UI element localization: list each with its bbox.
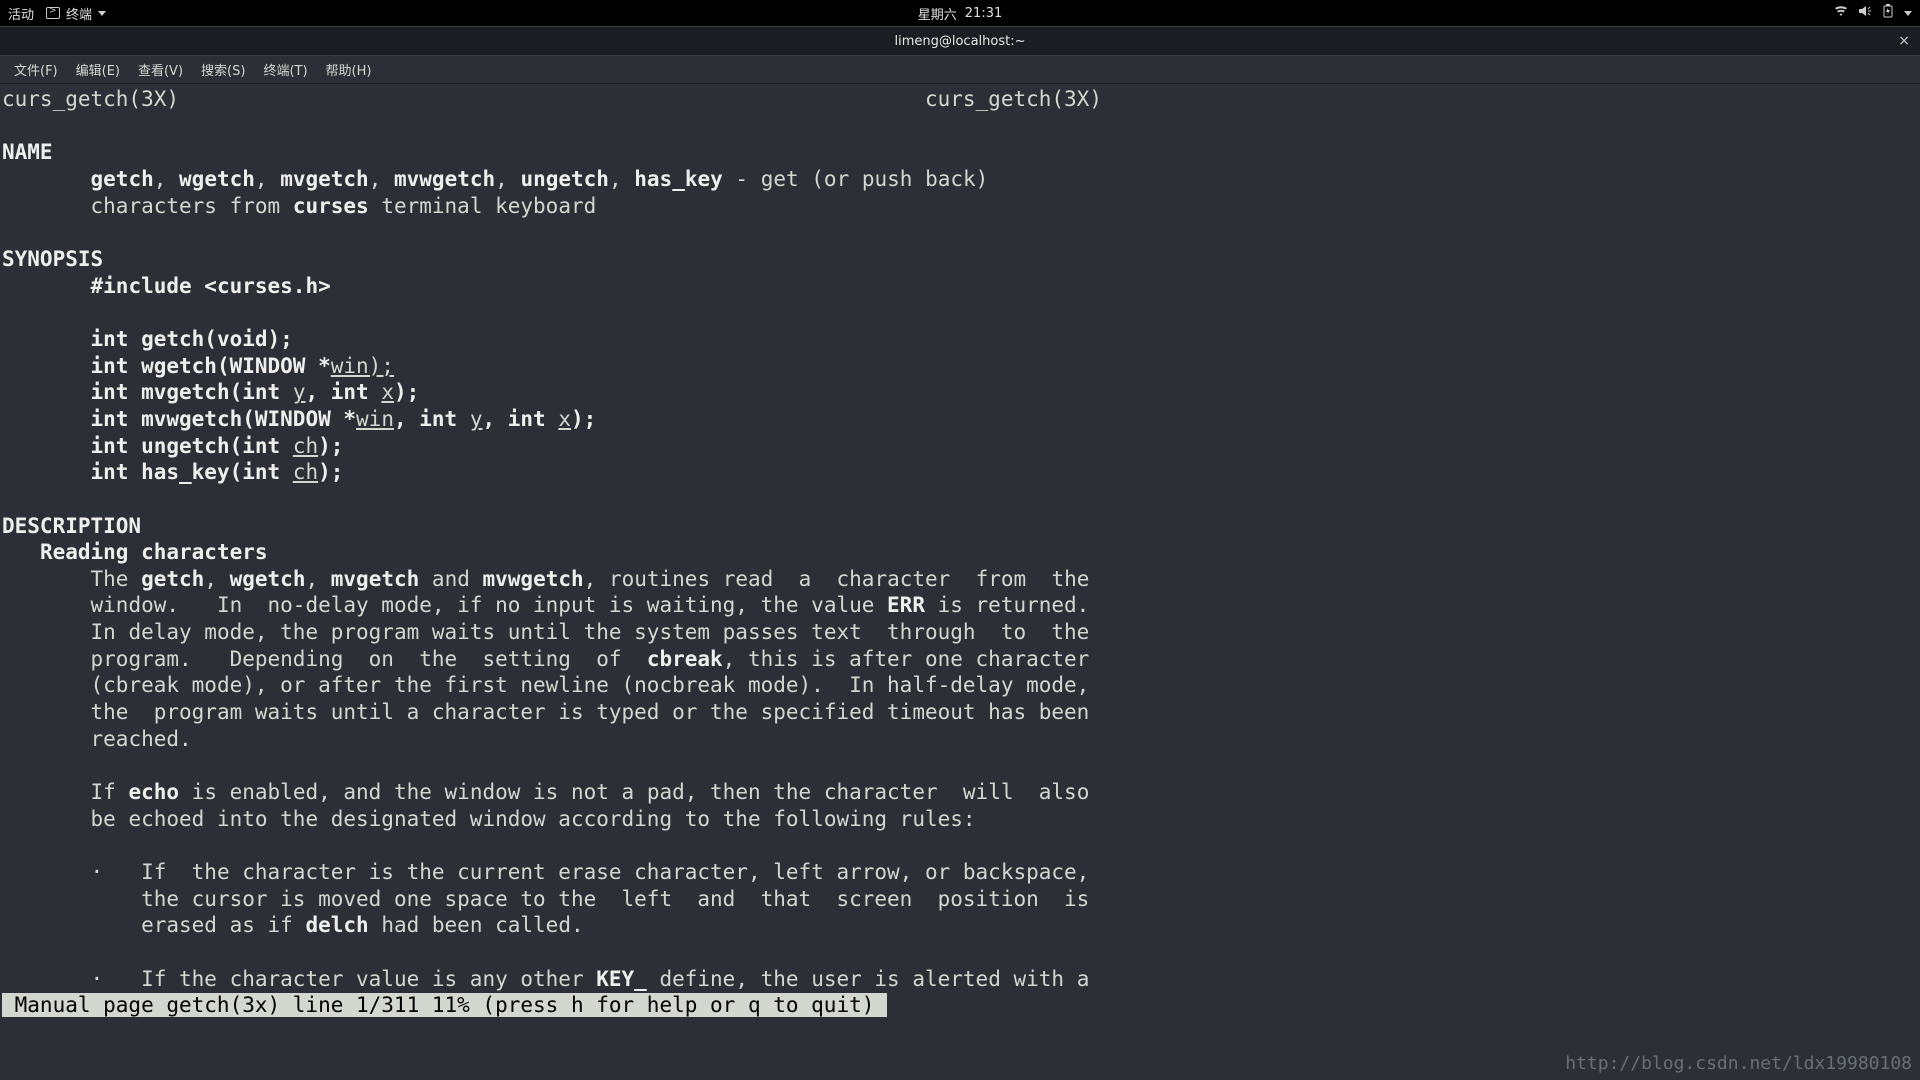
- b2-key: KEY_: [596, 967, 647, 991]
- volume-icon: [1858, 5, 1872, 21]
- syn-mvgetch-x: x: [381, 380, 394, 404]
- b1a: · If the character is the current erase …: [91, 860, 1090, 884]
- terminal-content[interactable]: curs_getch(3X) curs_getch(3X) NAME getch…: [0, 84, 1920, 1019]
- p8-echo: echo: [128, 780, 179, 804]
- menu-file[interactable]: 文件(F): [6, 57, 66, 82]
- p2-err: ERR: [887, 593, 925, 617]
- terminal-menubar: 文件(F) 编辑(E) 查看(V) 搜索(S) 终端(T) 帮助(H): [0, 56, 1920, 84]
- curses-word: curses: [293, 194, 369, 218]
- menu-view[interactable]: 查看(V): [130, 57, 191, 82]
- syn-haskey-e: );: [318, 460, 343, 484]
- fn-wgetch: wgetch: [179, 167, 255, 191]
- fn-getch: getch: [91, 167, 154, 191]
- p1-rest: , routines read a character from the: [584, 567, 1090, 591]
- p8a: If: [91, 780, 129, 804]
- syn-haskey-ch: ch: [293, 460, 318, 484]
- battery-icon: [1882, 4, 1894, 22]
- p5: (cbreak mode), or after the first newlin…: [91, 673, 1090, 697]
- menu-search[interactable]: 搜索(S): [193, 57, 253, 82]
- syn-wgetch-a: int wgetch(WINDOW *: [91, 354, 331, 378]
- name-desc2b: terminal keyboard: [369, 194, 597, 218]
- b2b: define, the user is alerted with a: [647, 967, 1090, 991]
- syn-mvgetch-e: );: [394, 380, 419, 404]
- b1-delch: delch: [305, 913, 368, 937]
- syn-ungetch-ch: ch: [293, 434, 318, 458]
- p8b: is enabled, and the window is not a pad,…: [179, 780, 1089, 804]
- wifi-icon: [1834, 5, 1848, 21]
- syn-mvwgetch-a: int mvwgetch(WINDOW *: [91, 407, 357, 431]
- p4b: , this is after one character: [723, 647, 1090, 671]
- p7: reached.: [91, 727, 192, 751]
- syn-getch: int getch(void);: [91, 327, 293, 351]
- syn-mvwgetch-w: win: [356, 407, 394, 431]
- p2b: is returned.: [925, 593, 1089, 617]
- gnome-topbar: 活动 终端 星期六 21:31: [0, 0, 1920, 26]
- b1b: the cursor is moved one space to the lef…: [91, 887, 1090, 911]
- chevron-down-icon: [1904, 11, 1912, 16]
- syn-ungetch-a: int ungetch(int: [91, 434, 293, 458]
- syn-mvwgetch-c2: , int: [482, 407, 558, 431]
- syn-mvgetch-c: , int: [305, 380, 381, 404]
- b1c2: had been called.: [369, 913, 584, 937]
- system-tray[interactable]: [1834, 4, 1912, 22]
- pager-status: Manual page getch(3x) line 1/311 11% (pr…: [2, 993, 887, 1017]
- name-desc1: - get (or push back): [723, 167, 989, 191]
- b1c1: erased as if: [91, 913, 306, 937]
- app-menu-label: 终端: [66, 4, 92, 23]
- p2a: window. In no-delay mode, if no input is…: [91, 593, 888, 617]
- menu-help[interactable]: 帮助(H): [318, 57, 380, 82]
- chevron-down-icon: [98, 11, 106, 16]
- date-label: 星期六: [918, 4, 957, 23]
- activities-button[interactable]: 活动: [8, 4, 34, 23]
- watermark: http://blog.csdn.net/ldx19980108: [1565, 1053, 1912, 1074]
- fn-ungetch: ungetch: [520, 167, 609, 191]
- syn-mvwgetch-y: y: [470, 407, 483, 431]
- window-title: limeng@localhost:~: [894, 34, 1025, 49]
- syn-mvgetch-y: y: [293, 380, 306, 404]
- man-header-left: curs_getch(3X): [2, 87, 179, 111]
- p9: be echoed into the designated window acc…: [91, 807, 976, 831]
- syn-wgetch-win: win);: [331, 354, 394, 378]
- window-titlebar[interactable]: limeng@localhost:~ ×: [0, 26, 1920, 56]
- name-desc2a: characters from: [91, 194, 293, 218]
- syn-mvwgetch-x: x: [558, 407, 571, 431]
- section-synopsis: SYNOPSIS: [2, 247, 103, 271]
- syn-mvgetch-a: int mvgetch(int: [91, 380, 293, 404]
- syn-ungetch-e: );: [318, 434, 343, 458]
- section-name: NAME: [2, 140, 53, 164]
- app-menu[interactable]: 终端: [46, 4, 106, 23]
- p3: In delay mode, the program waits until t…: [91, 620, 1090, 644]
- syn-mvwgetch-c1: , int: [394, 407, 470, 431]
- terminal-icon: [46, 7, 60, 19]
- fn-haskey: has_key: [634, 167, 723, 191]
- man-header-right: curs_getch(3X): [925, 87, 1102, 111]
- fn-mvwgetch: mvwgetch: [394, 167, 495, 191]
- p4-cbreak: cbreak: [647, 647, 723, 671]
- menu-edit[interactable]: 编辑(E): [68, 57, 128, 82]
- clock[interactable]: 星期六 21:31: [918, 4, 1002, 23]
- p1-the: The: [91, 567, 142, 591]
- close-icon[interactable]: ×: [1898, 33, 1910, 49]
- p1-and: and: [419, 567, 482, 591]
- syn-haskey-a: int has_key(int: [91, 460, 293, 484]
- subsection-reading: Reading characters: [40, 540, 268, 564]
- syn-mvwgetch-e: );: [571, 407, 596, 431]
- p1-mvgetch: mvgetch: [331, 567, 420, 591]
- p4a: program. Depending on the setting of: [91, 647, 647, 671]
- p1-mvwgetch: mvwgetch: [483, 567, 584, 591]
- time-label: 21:31: [965, 6, 1002, 21]
- syn-include: #include <curses.h>: [91, 274, 331, 298]
- fn-mvgetch: mvgetch: [280, 167, 369, 191]
- section-description: DESCRIPTION: [2, 514, 141, 538]
- p1-getch: getch: [141, 567, 204, 591]
- menu-terminal[interactable]: 终端(T): [255, 57, 315, 82]
- b2a: · If the character value is any other: [91, 967, 597, 991]
- p1-wgetch: wgetch: [230, 567, 306, 591]
- p6: the program waits until a character is t…: [91, 700, 1090, 724]
